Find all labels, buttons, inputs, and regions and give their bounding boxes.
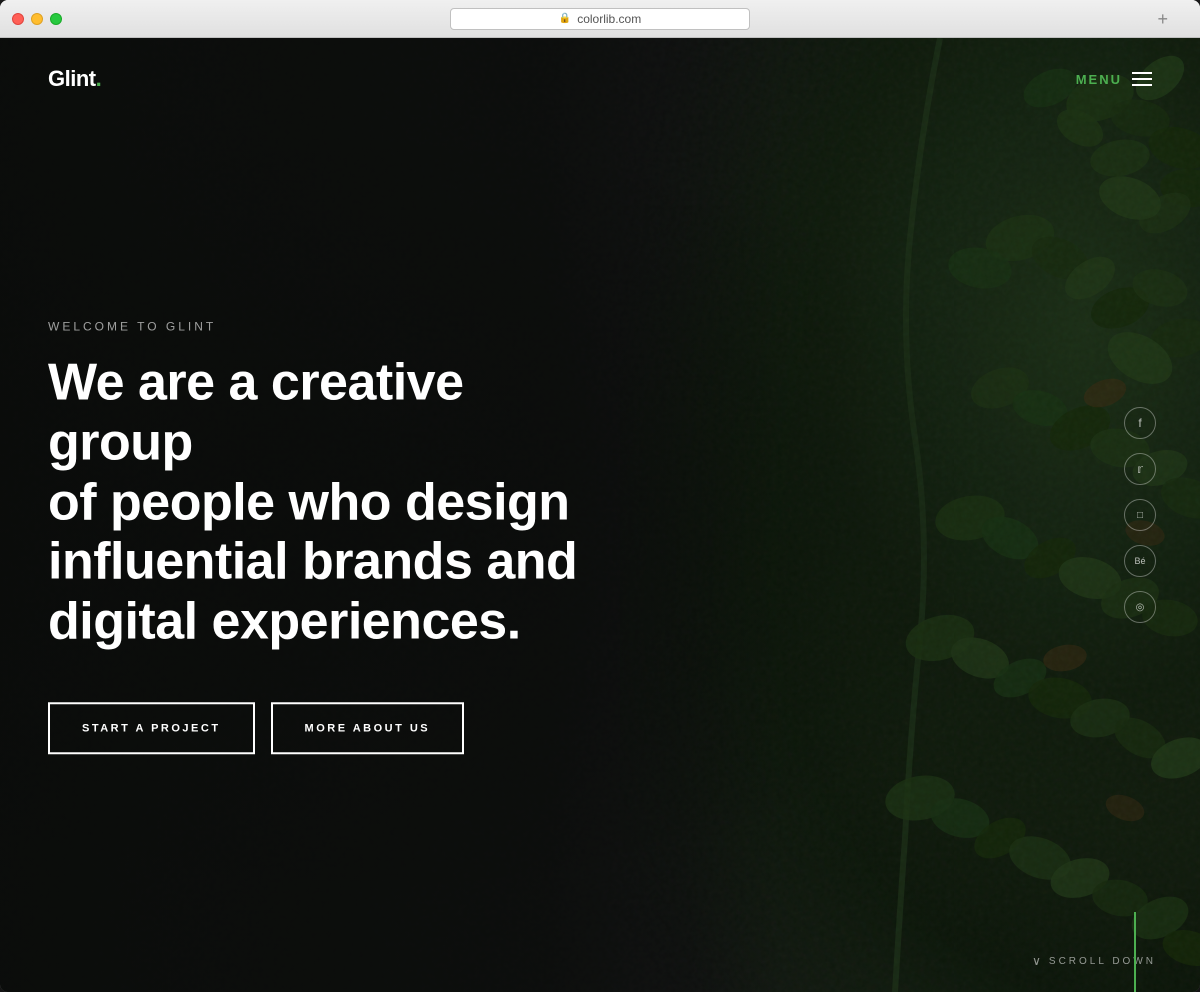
plant-svg (620, 38, 1200, 992)
chevron-icon: ∨ (1032, 954, 1041, 968)
title-bar: 🔒 colorlib.com + (0, 0, 1200, 38)
lock-icon: 🔒 (559, 13, 571, 24)
plant-decoration (620, 38, 1200, 992)
behance-icon[interactable]: Bé (1124, 545, 1156, 577)
logo[interactable]: Glint. (48, 66, 101, 92)
logo-text: Glint (48, 66, 96, 91)
hamburger-icon (1132, 72, 1152, 86)
start-project-button[interactable]: START A PROJECT (48, 702, 255, 754)
headline-line-1: We are a creative group (48, 353, 464, 471)
accent-line (1134, 912, 1136, 992)
menu-label: MENU (1076, 72, 1122, 87)
instagram-icon[interactable]: □ (1124, 499, 1156, 531)
social-sidebar: f 𝕣 □ Bé ◎ (1124, 407, 1156, 623)
logo-dot: . (96, 66, 102, 91)
browser-window: 🔒 colorlib.com + (0, 0, 1200, 992)
hero-headline: We are a creative group of people who de… (48, 353, 608, 652)
headline-line-4: digital experiences. (48, 592, 521, 650)
navbar: Glint. MENU (0, 38, 1200, 120)
welcome-label: WELCOME TO GLINT (48, 319, 608, 333)
hero-content: WELCOME TO GLINT We are a creative group… (48, 319, 608, 754)
cta-buttons: START A PROJECT MORE ABOUT US (48, 702, 608, 754)
twitter-icon[interactable]: 𝕣 (1124, 453, 1156, 485)
new-tab-button[interactable]: + (1157, 10, 1168, 28)
maximize-button[interactable] (50, 13, 62, 25)
hamburger-line-2 (1132, 78, 1152, 80)
scroll-down[interactable]: ∨ SCROLL DOWN (1032, 954, 1156, 968)
url-text: colorlib.com (577, 12, 641, 26)
close-button[interactable] (12, 13, 24, 25)
scroll-label: SCROLL DOWN (1049, 956, 1156, 967)
browser-viewport: Glint. MENU WELCOME TO GLINT We are a cr… (0, 38, 1200, 992)
dribbble-icon[interactable]: ◎ (1124, 591, 1156, 623)
minimize-button[interactable] (31, 13, 43, 25)
more-about-button[interactable]: MORE ABOUT US (271, 702, 465, 754)
facebook-icon[interactable]: f (1124, 407, 1156, 439)
traffic-lights (12, 13, 62, 25)
hamburger-line-1 (1132, 72, 1152, 74)
address-bar[interactable]: 🔒 colorlib.com (450, 8, 750, 30)
menu-button[interactable]: MENU (1076, 72, 1152, 87)
headline-line-3: influential brands and (48, 533, 577, 591)
hamburger-line-3 (1132, 84, 1152, 86)
headline-line-2: of people who design (48, 473, 570, 531)
